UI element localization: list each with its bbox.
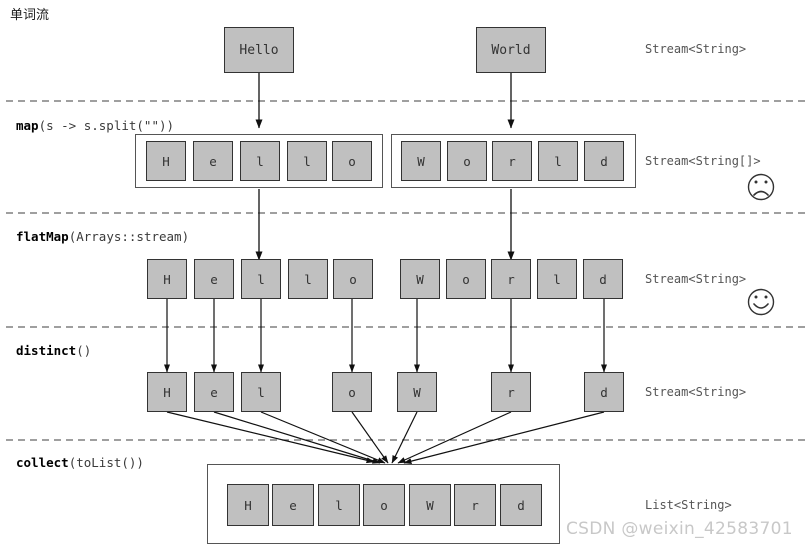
stream-cell: d (583, 259, 623, 299)
operation-label-flatmap: flatMap(Arrays::stream) (16, 229, 189, 244)
distinct-cell: r (491, 372, 531, 412)
type-label-map: Stream<String[]> (645, 154, 761, 168)
operation-name-distinct: distinct (16, 343, 77, 358)
list-cell: l (318, 484, 360, 526)
array-cell: o (447, 141, 487, 181)
stream-cell: l (537, 259, 577, 299)
list-cell: r (454, 484, 496, 526)
stream-cell: W (400, 259, 440, 299)
operation-label-collect: collect(toList()) (16, 455, 144, 470)
type-label-distinct: Stream<String> (645, 385, 747, 399)
page-title: 单词流 (10, 8, 50, 23)
array-cell: o (332, 141, 372, 181)
stream-cell: e (194, 259, 234, 299)
distinct-cell: H (147, 372, 187, 412)
stream-cell: o (446, 259, 486, 299)
list-cell: o (363, 484, 405, 526)
list-cell: H (227, 484, 269, 526)
array-cell: d (584, 141, 624, 181)
type-label-collect: List<String> (645, 498, 732, 512)
array-cell: l (240, 141, 280, 181)
array-cell: l (538, 141, 578, 181)
operation-label-distinct: distinct() (16, 343, 91, 358)
distinct-cell: d (584, 372, 624, 412)
arrow-map-to-flatmap (255, 189, 515, 261)
operation-args-collect: (toList()) (68, 455, 144, 470)
array-cell: r (492, 141, 532, 181)
operation-name-map: map (16, 118, 39, 133)
stream-pipeline-diagram: 单词流 Hello World Stream<String> map(s -> … (0, 0, 811, 554)
stream-cell: o (333, 259, 373, 299)
array-cell: W (401, 141, 441, 181)
stream-cell: r (491, 259, 531, 299)
operation-name-collect: collect (16, 455, 69, 470)
operation-args-distinct: () (76, 343, 92, 358)
array-cell: H (146, 141, 186, 181)
distinct-cell: W (397, 372, 437, 412)
arrow-distinct-to-collect (166, 411, 605, 465)
operation-name-flatmap: flatMap (16, 229, 69, 244)
operation-args-map: (s -> s.split("")) (38, 118, 175, 133)
word-box-world: World (476, 27, 546, 73)
stream-cell: l (241, 259, 281, 299)
word-box-hello: Hello (224, 27, 294, 73)
watermark-text: CSDN @weixin_42583701 (566, 519, 793, 539)
list-cell: e (272, 484, 314, 526)
array-cell: e (193, 141, 233, 181)
type-label-source: Stream<String> (645, 42, 747, 56)
stream-cell: l (288, 259, 328, 299)
array-cell: l (287, 141, 327, 181)
arrow-flatmap-to-distinct (164, 299, 607, 373)
distinct-cell: o (332, 372, 372, 412)
list-cell: W (409, 484, 451, 526)
distinct-cell: e (194, 372, 234, 412)
operation-args-flatmap: (Arrays::stream) (68, 229, 190, 244)
stream-cell: H (147, 259, 187, 299)
type-label-flatmap: Stream<String> (645, 272, 747, 286)
list-cell: d (500, 484, 542, 526)
distinct-cell: l (241, 372, 281, 412)
sad-face-icon (747, 173, 775, 201)
happy-face-icon (747, 288, 775, 316)
operation-label-map: map(s -> s.split("")) (16, 118, 174, 133)
